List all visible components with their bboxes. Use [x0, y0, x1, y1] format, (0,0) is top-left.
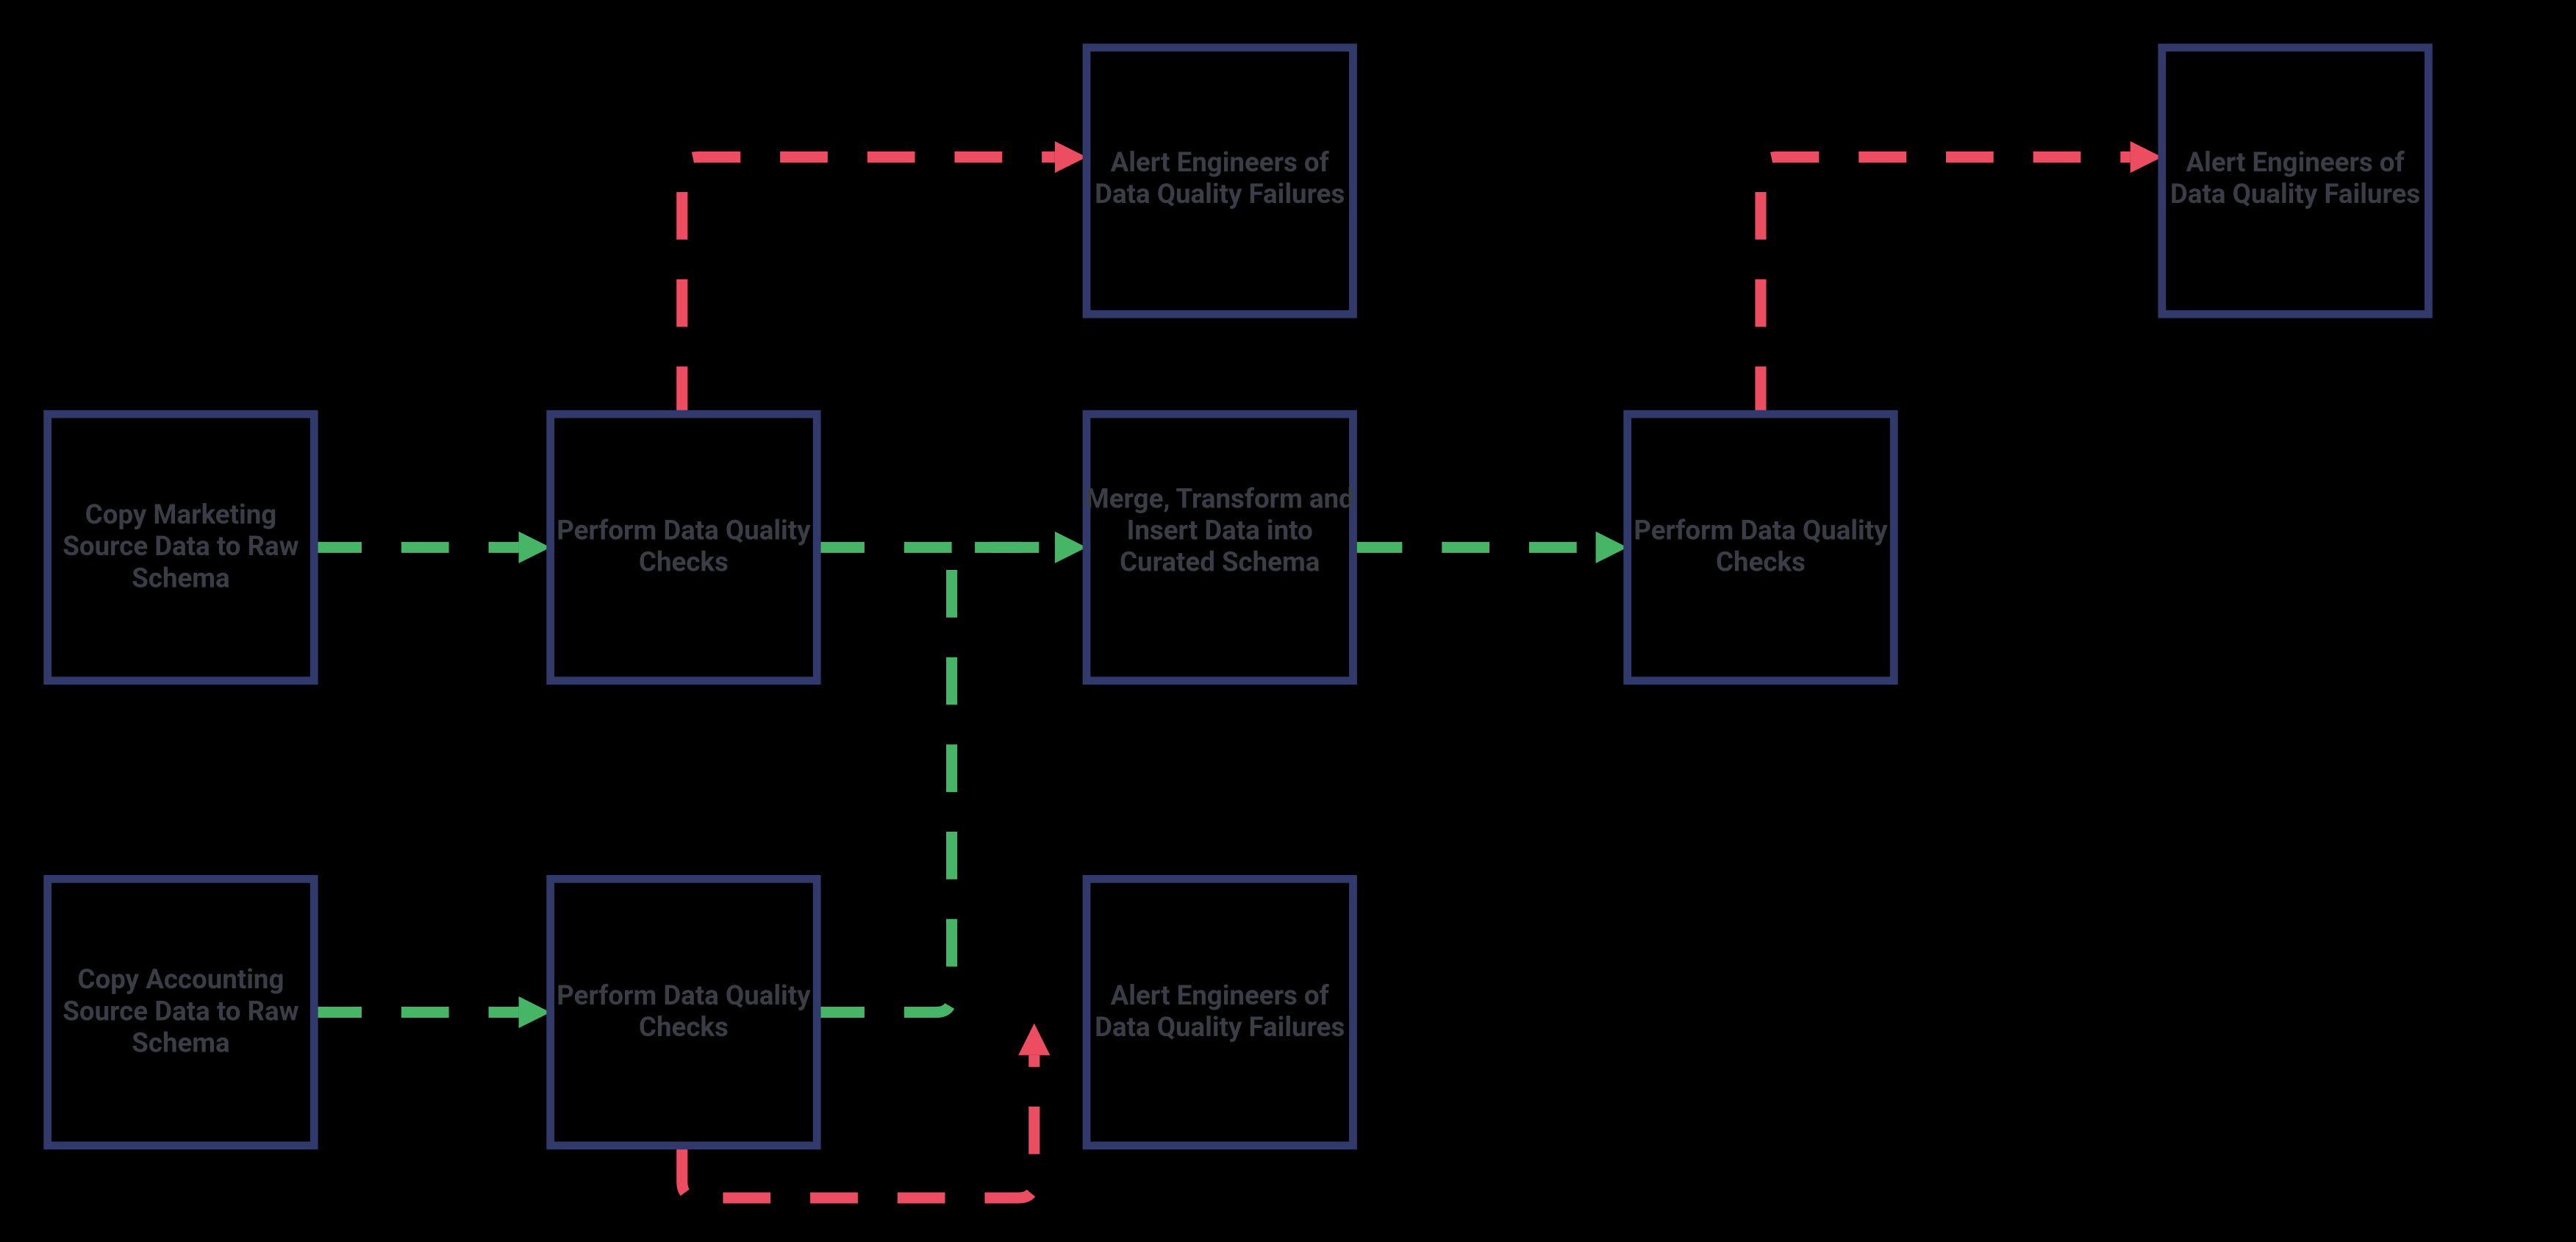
node-copy-marketing: Copy Marketing Source Data to Raw Schema — [48, 414, 314, 680]
node-alert-3: Alert Engineers of Data Quality Failures — [2162, 48, 2428, 314]
node-label: Perform Data Quality — [557, 979, 811, 1011]
nodes: Copy Marketing Source Data to Raw Schema… — [48, 48, 2429, 1146]
edge-n4-n6 — [817, 547, 1055, 1012]
node-label: Data Quality Failures — [2170, 178, 2420, 210]
node-label: Data Quality Failures — [1095, 178, 1345, 210]
node-dq-checks-2: Perform Data Quality Checks — [551, 879, 817, 1145]
node-alert-1: Alert Engineers of Data Quality Failures — [1087, 48, 1353, 314]
node-label: Alert Engineers of — [1111, 979, 1330, 1011]
node-label: Source Data to Raw — [62, 995, 298, 1027]
node-label: Data Quality Failures — [1095, 1011, 1345, 1043]
node-merge-transform: Merge, Transform and Insert Data into Cu… — [1086, 414, 1354, 680]
node-label: Source Data to Raw — [62, 530, 298, 562]
node-alert-2: Alert Engineers of Data Quality Failures — [1087, 879, 1353, 1145]
node-label: Perform Data Quality — [557, 515, 811, 546]
edge-n3-n5 — [682, 141, 1087, 414]
edge-n6-n8 — [1355, 532, 1628, 563]
node-label: Alert Engineers of — [2186, 146, 2405, 178]
node-label: Copy Marketing — [85, 499, 276, 530]
node-copy-accounting: Copy Accounting Source Data to Raw Schem… — [48, 879, 314, 1145]
edge-n8-n9 — [1761, 141, 2162, 414]
node-label: Checks — [639, 546, 729, 578]
edge-n1-n3 — [314, 532, 550, 563]
node-label: Insert Data into — [1127, 515, 1313, 546]
node-dq-checks-3: Perform Data Quality Checks — [1628, 414, 1894, 680]
node-label: Perform Data Quality — [1634, 515, 1888, 546]
node-label: Curated Schema — [1120, 546, 1320, 578]
node-label: Checks — [639, 1011, 729, 1043]
node-label: Schema — [132, 1027, 229, 1059]
node-label: Checks — [1716, 546, 1806, 578]
edge-n2-n4 — [314, 996, 550, 1028]
node-dq-checks-1: Perform Data Quality Checks — [551, 414, 817, 680]
node-label: Alert Engineers of — [1111, 146, 1330, 178]
node-label: Schema — [132, 562, 229, 593]
node-label: Copy Accounting — [78, 963, 285, 995]
edge-n3-n6 — [817, 532, 1087, 563]
node-label: Merge, Transform and — [1086, 482, 1354, 514]
flowchart-diagram: Copy Marketing Source Data to Raw Schema… — [0, 0, 2576, 1242]
